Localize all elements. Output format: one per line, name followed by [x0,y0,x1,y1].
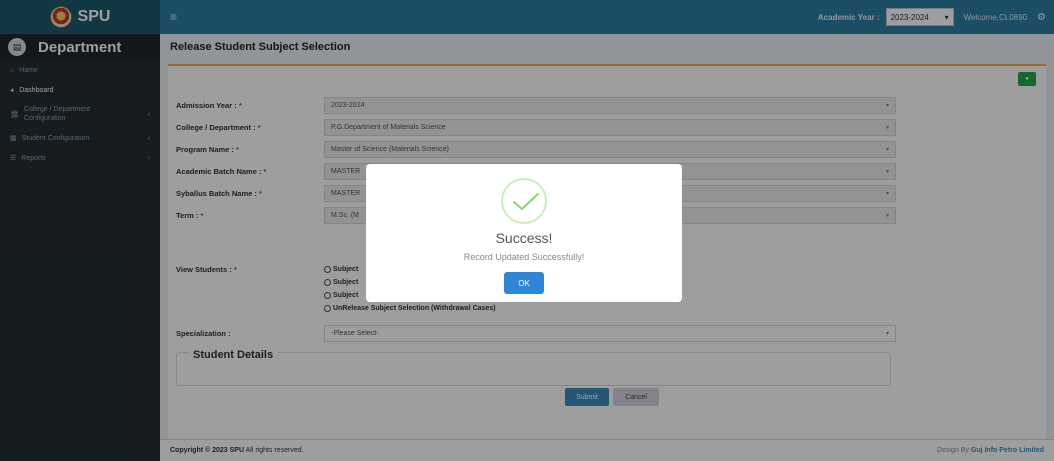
success-modal: Success! Record Updated Successfully! OK [366,164,682,302]
ok-button[interactable]: OK [504,272,544,294]
modal-message: Record Updated Successfully! [463,252,585,262]
success-check-icon [501,178,547,224]
modal-title: Success! [495,230,553,246]
